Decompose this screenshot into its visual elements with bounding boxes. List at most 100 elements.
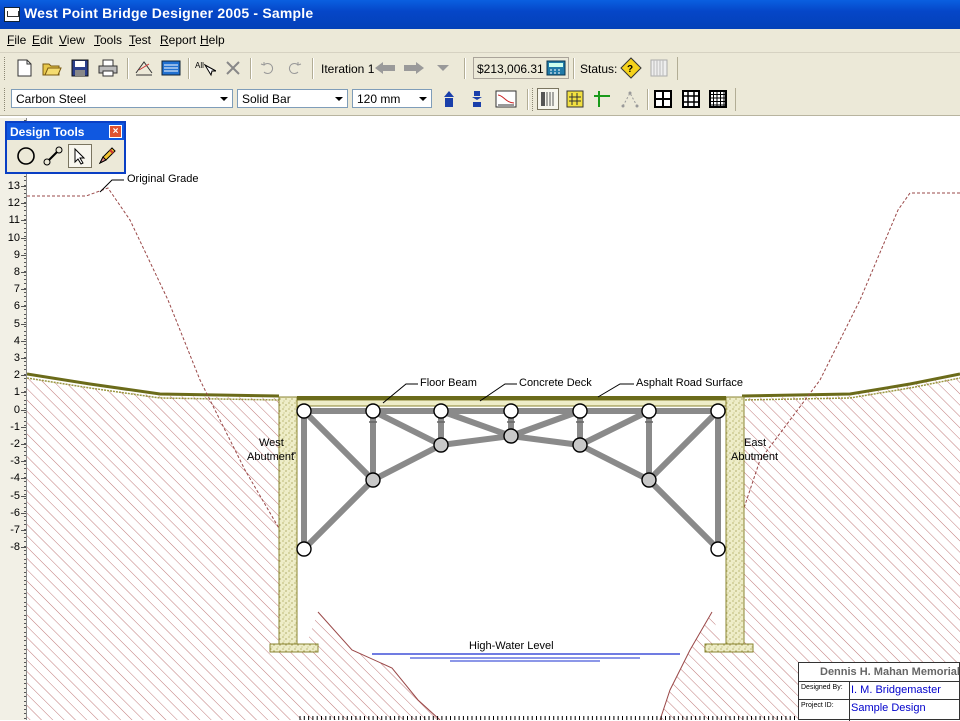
ruler-minor-tick bbox=[24, 524, 26, 526]
ruler-minor-tick bbox=[24, 679, 26, 680]
menu-tools[interactable]: Tools bbox=[94, 33, 122, 47]
iteration-forward-icon[interactable] bbox=[403, 57, 425, 79]
ruler-tick bbox=[21, 203, 26, 205]
template-icon[interactable] bbox=[619, 88, 641, 110]
member-list-icon[interactable] bbox=[160, 57, 182, 79]
ruler-minor-tick bbox=[24, 704, 26, 706]
toolbar-grip[interactable] bbox=[4, 57, 8, 80]
design-tools-title: Design Tools bbox=[10, 125, 85, 139]
iteration-label: Iteration 1 bbox=[321, 62, 375, 76]
increase-size-icon[interactable] bbox=[438, 88, 460, 110]
menu-file[interactable]: File bbox=[7, 33, 26, 47]
decrease-size-icon[interactable] bbox=[466, 88, 488, 110]
ruler-minor-tick bbox=[24, 468, 26, 470]
project-id-label: Project ID: bbox=[801, 702, 834, 709]
fine-grid-icon[interactable] bbox=[707, 88, 729, 110]
menu-view[interactable]: View bbox=[59, 33, 85, 47]
ruler-minor-tick bbox=[24, 309, 26, 311]
chevron-down-icon[interactable] bbox=[216, 91, 231, 106]
app-icon[interactable] bbox=[4, 7, 20, 22]
size-select[interactable]: 120 mm bbox=[352, 89, 432, 108]
iteration-dropdown-icon[interactable] bbox=[432, 57, 454, 79]
draw-members-icon[interactable] bbox=[133, 57, 155, 79]
ruler-minor-tick bbox=[24, 451, 26, 453]
redo-icon[interactable] bbox=[284, 57, 306, 79]
print-icon[interactable] bbox=[97, 57, 119, 79]
asphalt-label: Asphalt Road Surface bbox=[636, 377, 744, 389]
menu-test[interactable]: Test bbox=[129, 33, 151, 47]
coarse-grid-icon[interactable] bbox=[652, 88, 674, 110]
undo-icon[interactable] bbox=[256, 57, 278, 79]
ruler-minor-tick bbox=[24, 537, 26, 539]
ruler-minor-tick bbox=[24, 636, 26, 637]
select-tool-icon[interactable] bbox=[68, 144, 92, 168]
material-select[interactable]: Carbon Steel bbox=[11, 89, 233, 108]
menu-report[interactable]: Report bbox=[160, 33, 196, 47]
ruler-minor-tick bbox=[24, 571, 26, 573]
ruler-minor-tick bbox=[24, 330, 26, 332]
ruler-minor-tick bbox=[24, 584, 26, 586]
ruler-tick bbox=[21, 323, 26, 325]
load-test-results-icon[interactable] bbox=[648, 57, 670, 79]
ruler-minor-tick bbox=[24, 317, 26, 319]
ruler-minor-tick bbox=[24, 610, 26, 612]
rulers-toggle-icon[interactable] bbox=[537, 88, 559, 110]
calculator-icon[interactable] bbox=[546, 60, 566, 79]
design-tools-panel[interactable]: Design Tools × bbox=[5, 121, 126, 174]
menu-edit[interactable]: Edit bbox=[32, 33, 53, 47]
ruler-minor-tick bbox=[24, 683, 26, 685]
ruler-minor-tick bbox=[24, 206, 26, 207]
ruler-minor-tick bbox=[24, 476, 26, 478]
delete-icon[interactable] bbox=[222, 57, 244, 79]
chevron-down-icon[interactable] bbox=[331, 91, 346, 106]
ruler-label: 0 bbox=[13, 403, 20, 416]
save-icon[interactable] bbox=[69, 57, 91, 79]
ruler-tick bbox=[21, 186, 26, 187]
ruler-minor-tick bbox=[24, 249, 26, 250]
iteration-back-icon[interactable] bbox=[374, 57, 396, 79]
design-tools-header[interactable]: Design Tools × bbox=[7, 123, 124, 140]
ruler-minor-tick bbox=[24, 390, 26, 392]
member-tool-icon[interactable] bbox=[41, 144, 65, 168]
ruler-minor-tick bbox=[24, 175, 26, 177]
ruler-minor-tick bbox=[24, 193, 26, 195]
original-grade-label: Original Grade bbox=[127, 173, 199, 185]
chevron-down-icon[interactable] bbox=[415, 91, 430, 106]
member-numbers-icon[interactable] bbox=[564, 88, 586, 110]
eraser-tool-icon[interactable] bbox=[95, 144, 119, 168]
ruler-tick bbox=[21, 426, 26, 428]
high-water-label: High-Water Level bbox=[469, 640, 554, 652]
ruler-minor-tick bbox=[24, 489, 26, 491]
toolbar-grip[interactable] bbox=[4, 88, 8, 111]
member-properties-icon[interactable] bbox=[495, 88, 517, 110]
ruler-minor-tick bbox=[24, 541, 26, 543]
new-file-icon[interactable] bbox=[13, 57, 35, 79]
ruler-tick bbox=[21, 289, 26, 291]
designed-by-label: Designed By: bbox=[801, 684, 843, 691]
ruler-tick bbox=[21, 220, 26, 222]
ruler-minor-tick bbox=[24, 270, 26, 272]
ruler-minor-tick bbox=[24, 550, 26, 551]
section-select[interactable]: Solid Bar bbox=[237, 89, 348, 108]
ruler-minor-tick bbox=[24, 562, 26, 564]
close-icon[interactable]: × bbox=[109, 125, 122, 138]
bridge-drawing-canvas[interactable] bbox=[27, 116, 960, 720]
menu-help[interactable]: Help bbox=[200, 33, 225, 47]
ruler-minor-tick bbox=[24, 304, 26, 306]
toolbar-grip[interactable] bbox=[532, 88, 536, 111]
ruler-minor-tick bbox=[24, 666, 26, 668]
ruler-minor-tick bbox=[24, 257, 26, 259]
ruler-minor-tick bbox=[24, 352, 26, 354]
medium-grid-icon[interactable] bbox=[680, 88, 702, 110]
ruler-minor-tick bbox=[24, 236, 26, 238]
joint-tool-icon[interactable] bbox=[14, 144, 38, 168]
open-folder-icon[interactable] bbox=[41, 57, 63, 79]
guides-icon[interactable] bbox=[591, 88, 613, 110]
select-all-icon[interactable]: All bbox=[194, 57, 216, 79]
ruler-tick bbox=[21, 375, 26, 377]
size-value: 120 mm bbox=[357, 92, 401, 106]
status-unknown-icon[interactable]: ? bbox=[620, 57, 642, 79]
ruler-minor-tick bbox=[24, 214, 26, 216]
ruler-minor-tick bbox=[24, 515, 26, 517]
cost-display[interactable]: $213,006.31 bbox=[473, 57, 569, 79]
